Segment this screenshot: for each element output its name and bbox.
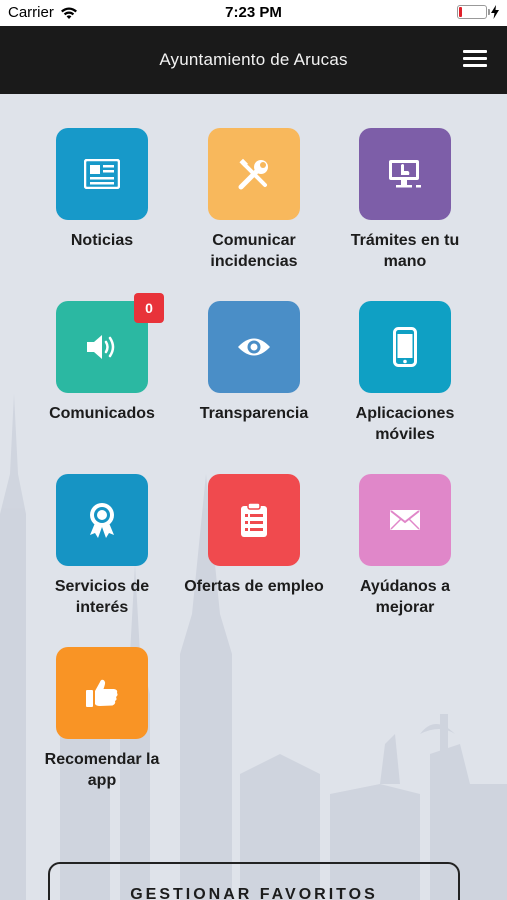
tile-label: Servicios de interés xyxy=(54,578,150,616)
tile-label: Aplicaciones móviles xyxy=(355,405,455,443)
menu-line xyxy=(463,57,487,60)
menu-line xyxy=(463,50,487,53)
tile-comunicar-incidencias[interactable]: Comunicar incidencias xyxy=(184,128,324,272)
notification-badge: 0 xyxy=(134,293,164,323)
tile-tramites-en-tu-mano[interactable]: Trámites en tu mano xyxy=(335,128,475,272)
tile-noticias[interactable]: Noticias xyxy=(32,128,172,251)
charging-bolt-icon xyxy=(491,5,499,19)
speaker-icon xyxy=(87,335,115,359)
tile-ayudanos-a-mejorar[interactable]: Ayúdanos a mejorar xyxy=(335,474,475,618)
tile-icon-box xyxy=(208,301,300,393)
tile-servicios-de-interes[interactable]: Servicios de interés xyxy=(32,474,172,618)
tile-icon-box xyxy=(359,474,451,566)
computer-hand-icon xyxy=(389,160,421,188)
envelope-icon xyxy=(390,510,420,530)
manage-favorites-label: GESTIONAR FAVORITOS xyxy=(130,886,378,900)
tile-label: Trámites en tu mano xyxy=(350,232,460,270)
manage-favorites-button[interactable]: GESTIONAR FAVORITOS xyxy=(48,862,460,900)
tile-recomendar-la-app[interactable]: Recomendar la app xyxy=(32,647,172,791)
tile-icon-box xyxy=(359,301,451,393)
status-bar-right xyxy=(457,5,499,19)
battery-icon xyxy=(457,5,490,19)
tile-icon-box xyxy=(56,474,148,566)
award-icon xyxy=(90,503,114,538)
menu-line xyxy=(463,64,487,67)
app-header: Ayuntamiento de Arucas xyxy=(0,26,507,94)
tile-label: Transparencia xyxy=(199,405,309,422)
tile-label: Recomendar la app xyxy=(44,751,160,789)
tools-icon xyxy=(238,158,268,190)
tile-icon-box xyxy=(359,128,451,220)
tile-label: Comunicar incidencias xyxy=(210,232,298,270)
tile-label: Ayúdanos a mejorar xyxy=(359,578,451,616)
tile-icon-box xyxy=(56,647,148,739)
tile-ofertas-de-empleo[interactable]: Ofertas de empleo xyxy=(184,474,324,597)
tile-transparencia[interactable]: Transparencia xyxy=(184,301,324,424)
status-time: 7:23 PM xyxy=(225,4,282,21)
tile-icon-box xyxy=(208,474,300,566)
tile-icon-box xyxy=(56,128,148,220)
hamburger-menu-button[interactable] xyxy=(463,50,487,70)
smartphone-icon xyxy=(393,327,417,367)
thumbs-up-icon xyxy=(86,679,118,707)
tile-label: Ofertas de empleo xyxy=(184,578,324,595)
header-title: Ayuntamiento de Arucas xyxy=(159,50,348,69)
tile-label: Noticias xyxy=(70,232,134,249)
tile-comunicados[interactable]: 0 Comunicados xyxy=(32,293,172,424)
newspaper-icon xyxy=(84,159,120,189)
status-bar: Carrier 7:23 PM xyxy=(0,0,507,26)
tile-icon-box xyxy=(208,128,300,220)
eye-icon xyxy=(238,338,270,356)
tile-icon-box: 0 xyxy=(56,293,164,393)
tile-aplicaciones-moviles[interactable]: Aplicaciones móviles xyxy=(335,301,475,445)
tile-label: Comunicados xyxy=(49,405,155,422)
clipboard-icon xyxy=(241,502,267,537)
